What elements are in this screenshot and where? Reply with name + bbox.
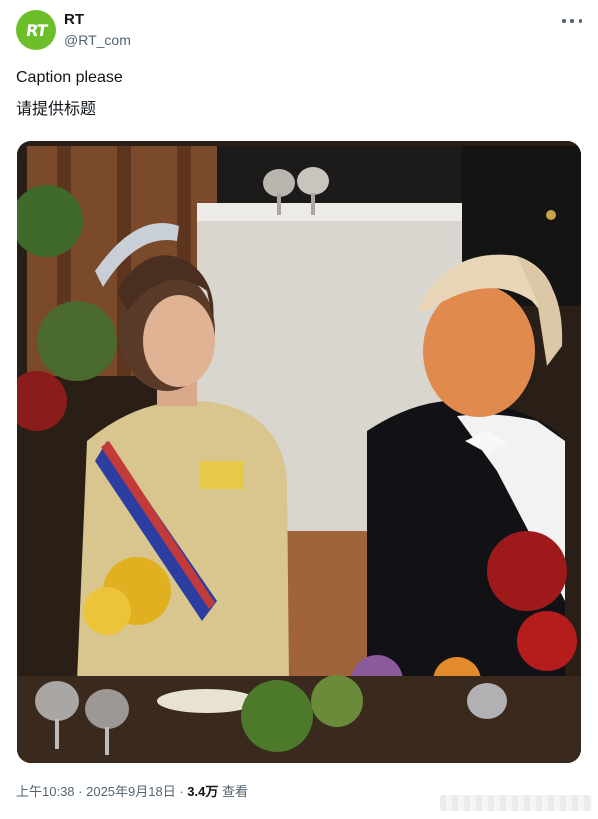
author-display-name[interactable]: RT bbox=[64, 10, 131, 30]
photo-illustration bbox=[17, 141, 581, 763]
meta-separator: · bbox=[74, 784, 87, 799]
tweet-text-line-chinese: 请提供标题 bbox=[16, 101, 97, 118]
blurred-watermark bbox=[440, 795, 592, 811]
avatar-logo-text: RT bbox=[24, 20, 48, 40]
tweet-text-line-english: Caption please bbox=[16, 69, 123, 86]
more-horizontal-icon[interactable] bbox=[562, 14, 582, 28]
author-avatar[interactable]: RT bbox=[16, 10, 56, 50]
views-label: 查看 bbox=[218, 784, 248, 799]
tweet-text: Caption please 请提供标题 bbox=[16, 66, 123, 130]
author-handle[interactable]: @RT_com bbox=[64, 30, 131, 50]
meta-separator: · bbox=[175, 784, 188, 799]
views-count: 3.4万 bbox=[187, 784, 219, 799]
post-date[interactable]: 2025年9月18日 bbox=[86, 784, 176, 799]
post-time[interactable]: 上午10:38 bbox=[16, 784, 75, 799]
tweet-meta: 上午10:38 · 2025年9月18日 · 3.4万 查看 bbox=[16, 782, 248, 802]
author-info: RT @RT_com bbox=[64, 10, 131, 50]
tweet-photo[interactable] bbox=[17, 141, 581, 763]
tweet-header: RT RT @RT_com bbox=[16, 10, 582, 54]
